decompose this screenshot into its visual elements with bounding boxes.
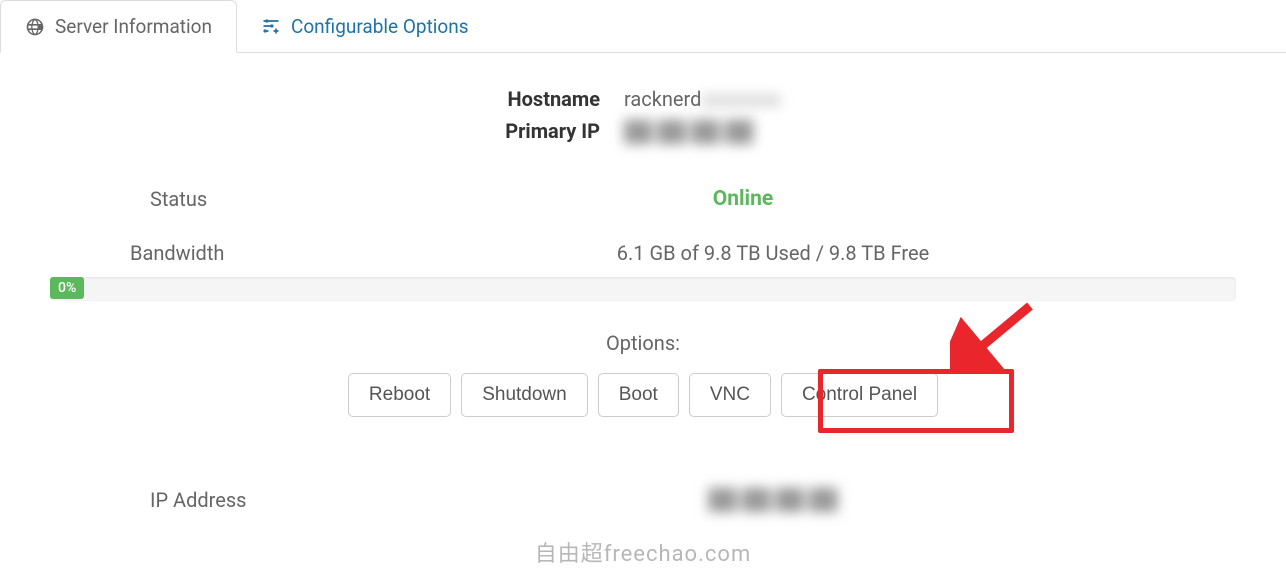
bandwidth-value: 6.1 GB of 9.8 TB Used / 9.8 TB Free xyxy=(310,241,1236,265)
ip-address-value: ██.██.██.██ xyxy=(310,487,1236,512)
sliders-icon xyxy=(261,16,281,36)
tab-label: Server Information xyxy=(55,15,212,38)
options-button-row: Reboot Shutdown Boot VNC Control Panel xyxy=(50,373,1236,417)
options-section: Options: Reboot Shutdown Boot VNC Contro… xyxy=(50,331,1236,417)
tab-server-information[interactable]: Server Information xyxy=(0,0,237,53)
bandwidth-section: Bandwidth 6.1 GB of 9.8 TB Used / 9.8 TB… xyxy=(50,241,1236,265)
options-title: Options: xyxy=(50,331,1236,355)
status-section: Status Online xyxy=(50,187,1236,211)
progress-percent-badge: 0% xyxy=(50,277,84,299)
boot-button[interactable]: Boot xyxy=(598,373,679,417)
bandwidth-progress: 0% xyxy=(50,277,1236,301)
reboot-button[interactable]: Reboot xyxy=(348,373,451,417)
ip-address-section: IP Address ██.██.██.██ xyxy=(50,487,1236,512)
hostname-label: Hostname xyxy=(505,83,600,115)
watermark-text: 自由超freechao.com xyxy=(535,536,752,568)
tabs-container: Server Information Configurable Options xyxy=(0,0,1286,53)
tab-configurable-options[interactable]: Configurable Options xyxy=(237,0,493,52)
bandwidth-label: Bandwidth xyxy=(50,241,310,265)
primary-ip-value: ██.██.██.██ xyxy=(624,115,781,147)
globe-icon xyxy=(25,17,45,37)
ip-address-label: IP Address xyxy=(50,488,310,512)
content-area: Hostname Primary IP racknerdxxxxxxxx ██.… xyxy=(0,53,1286,542)
primary-ip-label: Primary IP xyxy=(505,115,600,147)
shutdown-button[interactable]: Shutdown xyxy=(461,373,588,417)
vnc-button[interactable]: VNC xyxy=(689,373,771,417)
hostname-value: racknerdxxxxxxxx xyxy=(624,83,781,115)
control-panel-button[interactable]: Control Panel xyxy=(781,373,938,417)
status-value: Online xyxy=(250,187,1236,211)
status-label: Status xyxy=(50,187,250,211)
tab-label: Configurable Options xyxy=(291,15,469,38)
server-info-block: Hostname Primary IP racknerdxxxxxxxx ██.… xyxy=(50,83,1236,147)
